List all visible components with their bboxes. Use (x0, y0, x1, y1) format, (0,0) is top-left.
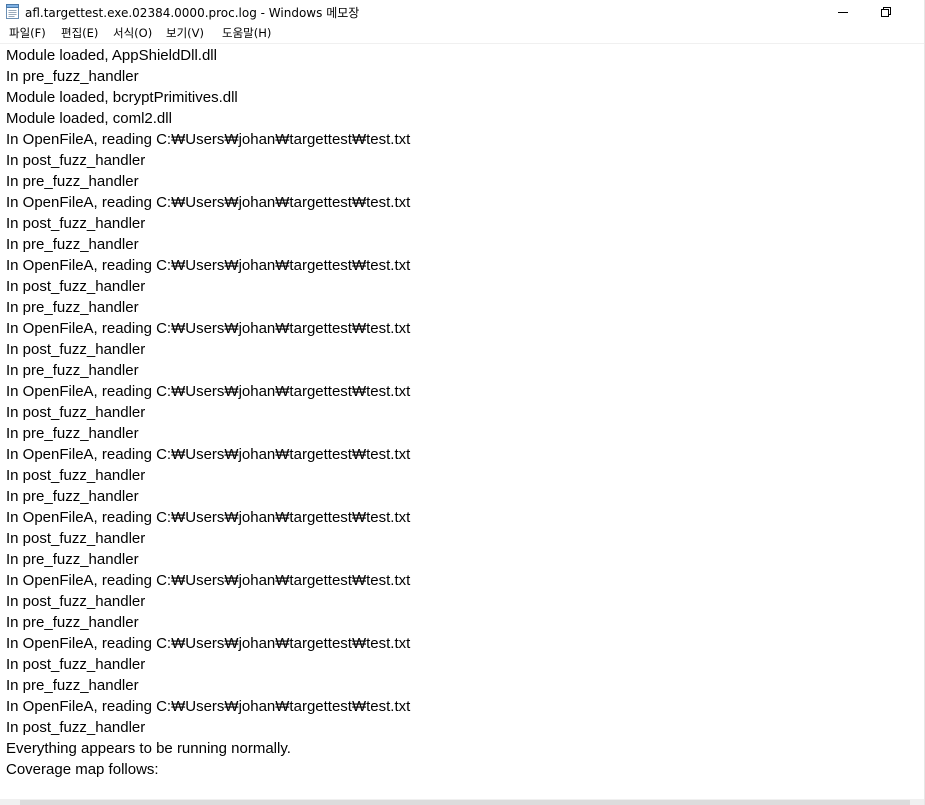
text-line: In pre_fuzz_handler (6, 677, 139, 694)
menu-file[interactable]: 파일(F) (9, 25, 46, 41)
text-line: In pre_fuzz_handler (6, 551, 139, 568)
text-line: In post_fuzz_handler (6, 656, 146, 673)
editor-content: Module loaded, AppShieldDll.dll In pre_fu… (6, 45, 410, 780)
text-line: Everything appears to be running normall… (6, 740, 291, 757)
text-line: In OpenFileA, reading C:₩Users₩johan₩tar… (6, 320, 411, 337)
notepad-icon (6, 4, 19, 19)
text-line: In pre_fuzz_handler (6, 68, 139, 85)
menu-bar: 파일(F) 편집(E) 서식(O) 보기(V) 도움말(H) (0, 23, 925, 44)
text-line: In OpenFileA, reading C:₩Users₩johan₩tar… (6, 194, 411, 211)
text-editor[interactable]: Module loaded, AppShieldDll.dll In pre_fu… (0, 44, 925, 799)
text-line: In pre_fuzz_handler (6, 425, 139, 442)
minimize-icon (838, 2, 848, 21)
text-line: In post_fuzz_handler (6, 404, 146, 421)
text-line: In OpenFileA, reading C:₩Users₩johan₩tar… (6, 446, 411, 463)
text-line: In post_fuzz_handler (6, 152, 146, 169)
text-line: In pre_fuzz_handler (6, 614, 139, 631)
text-line: In OpenFileA, reading C:₩Users₩johan₩tar… (6, 509, 411, 526)
text-line: In post_fuzz_handler (6, 215, 146, 232)
text-line: In post_fuzz_handler (6, 341, 146, 358)
restore-button[interactable] (863, 0, 909, 23)
window-title: afl.targettest.exe.02384.0000.proc.log -… (25, 6, 360, 20)
menu-help[interactable]: 도움말(H) (222, 25, 271, 41)
text-line: In pre_fuzz_handler (6, 173, 139, 190)
menu-view[interactable]: 보기(V) (166, 25, 204, 41)
text-line: Module loaded, AppShieldDll.dll (6, 47, 217, 64)
text-line: In post_fuzz_handler (6, 467, 146, 484)
scrollbar-thumb[interactable] (20, 800, 910, 805)
text-line: In pre_fuzz_handler (6, 362, 139, 379)
text-line: In OpenFileA, reading C:₩Users₩johan₩tar… (6, 131, 411, 148)
minimize-button[interactable] (820, 0, 866, 23)
text-line: In pre_fuzz_handler (6, 236, 139, 253)
text-line: In OpenFileA, reading C:₩Users₩johan₩tar… (6, 383, 411, 400)
title-bar[interactable]: afl.targettest.exe.02384.0000.proc.log -… (0, 0, 925, 23)
text-line: In OpenFileA, reading C:₩Users₩johan₩tar… (6, 257, 411, 274)
text-line: In OpenFileA, reading C:₩Users₩johan₩tar… (6, 572, 411, 589)
text-line: In pre_fuzz_handler (6, 488, 139, 505)
menu-edit[interactable]: 편집(E) (61, 25, 98, 41)
text-line: In post_fuzz_handler (6, 278, 146, 295)
text-line: In pre_fuzz_handler (6, 299, 139, 316)
restore-icon (881, 2, 891, 21)
text-line: Module loaded, bcryptPrimitives.dll (6, 89, 238, 106)
text-line: In OpenFileA, reading C:₩Users₩johan₩tar… (6, 698, 411, 715)
text-line: In post_fuzz_handler (6, 719, 146, 736)
horizontal-scrollbar[interactable] (0, 799, 925, 805)
text-line: Coverage map follows: (6, 761, 159, 778)
text-line: Module loaded, coml2.dll (6, 110, 172, 127)
text-line: In post_fuzz_handler (6, 593, 146, 610)
notepad-window: afl.targettest.exe.02384.0000.proc.log -… (0, 0, 925, 805)
text-line: In OpenFileA, reading C:₩Users₩johan₩tar… (6, 635, 411, 652)
menu-format[interactable]: 서식(O) (113, 25, 152, 41)
text-line: In post_fuzz_handler (6, 530, 146, 547)
